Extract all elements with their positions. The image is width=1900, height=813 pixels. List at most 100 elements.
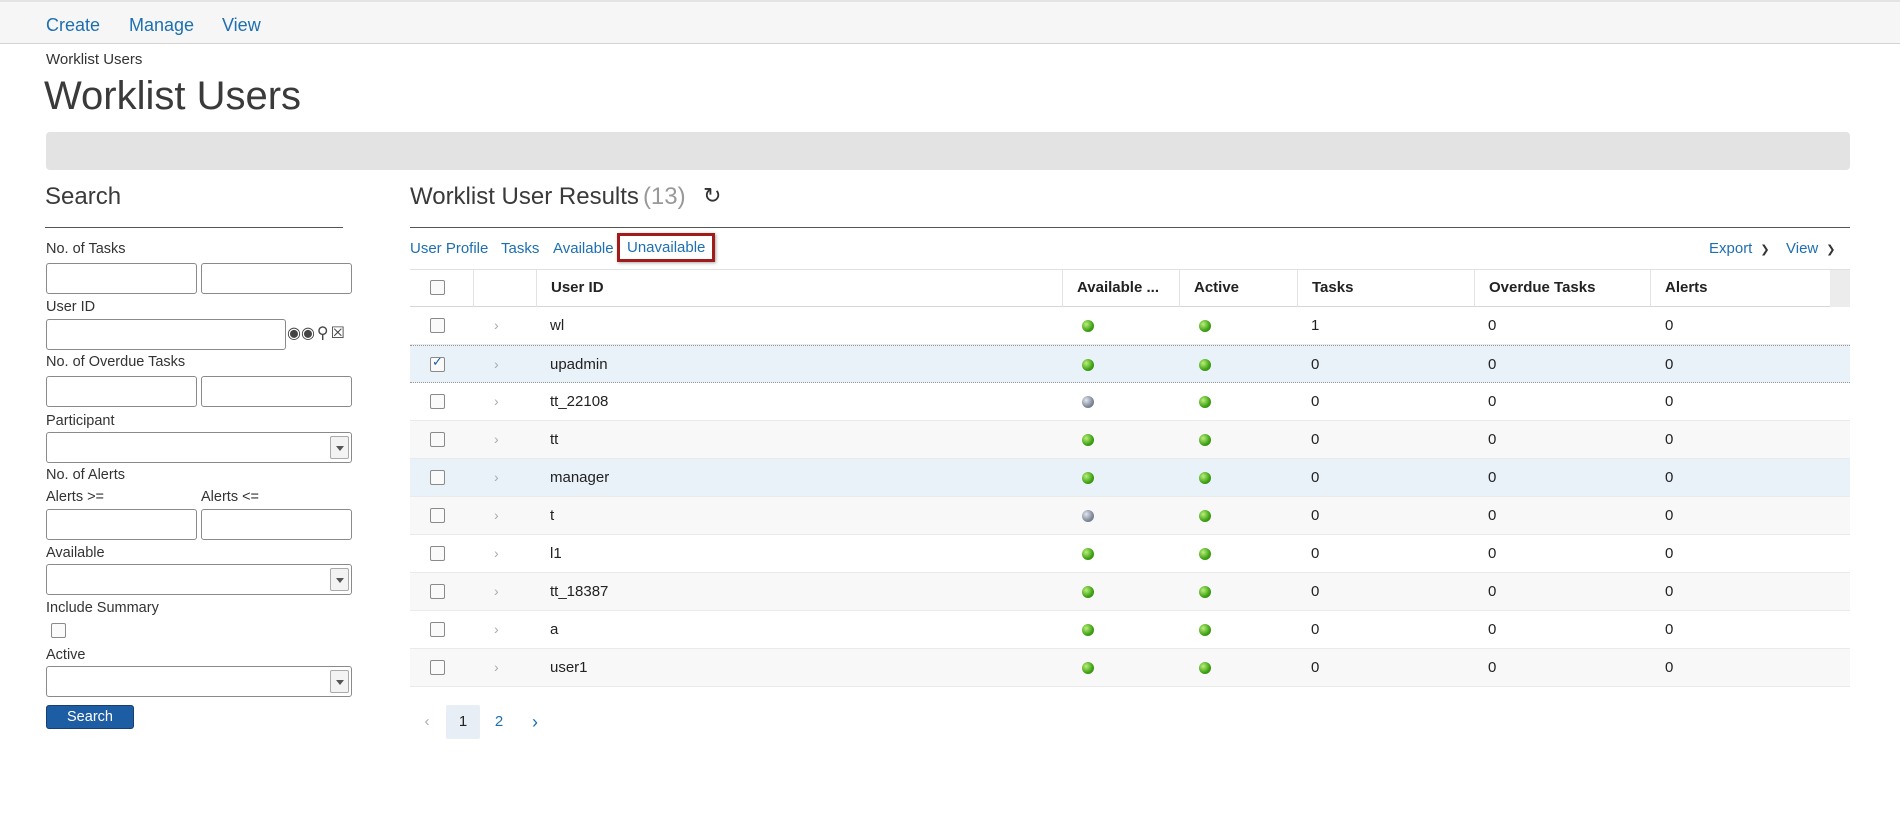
pager-page-1[interactable]: 1 — [446, 705, 480, 739]
chevron-right-icon[interactable]: › — [494, 421, 499, 458]
pager-page-2[interactable]: 2 — [482, 705, 516, 739]
active-status-icon — [1199, 396, 1211, 408]
nav-create[interactable]: Create — [46, 15, 100, 36]
toolbar-unavailable[interactable]: Unavailable — [617, 233, 716, 262]
table-row[interactable]: › t 0 0 0 — [410, 497, 1850, 535]
row-checkbox[interactable] — [430, 432, 445, 447]
active-select[interactable] — [46, 666, 352, 697]
cell-tasks: 0 — [1311, 545, 1320, 562]
row-checkbox[interactable] — [430, 622, 445, 637]
chevron-right-icon[interactable]: › — [494, 383, 499, 420]
page-title: Worklist Users — [44, 74, 302, 118]
row-checkbox[interactable] — [430, 584, 445, 599]
export-menu[interactable]: Export ❯ — [1709, 240, 1770, 257]
overdue-max-input[interactable] — [201, 376, 352, 407]
participant-select[interactable] — [46, 432, 352, 463]
select-all-checkbox[interactable] — [430, 280, 445, 295]
chevron-right-icon[interactable]: › — [494, 535, 499, 572]
table-row[interactable]: › upadmin 0 0 0 — [410, 345, 1850, 383]
active-status-icon — [1199, 434, 1211, 446]
chevron-right-icon[interactable]: › — [494, 346, 499, 383]
grid-scrollbar[interactable] — [1830, 270, 1850, 307]
header-active[interactable]: Active — [1179, 270, 1297, 307]
cell-overdue-tasks: 0 — [1488, 317, 1497, 334]
available-status-icon — [1082, 586, 1094, 598]
table-row[interactable]: › a 0 0 0 — [410, 611, 1850, 649]
header-alerts[interactable]: Alerts — [1650, 270, 1830, 307]
chevron-down-icon[interactable] — [330, 436, 349, 459]
pager-prev-icon[interactable]: ‹ — [410, 705, 444, 739]
row-checkbox[interactable] — [430, 660, 445, 675]
chevron-right-icon[interactable]: › — [494, 611, 499, 648]
no-of-tasks-label: No. of Tasks — [46, 241, 126, 257]
chevron-right-icon[interactable]: › — [494, 497, 499, 534]
chevron-right-icon[interactable]: › — [494, 649, 499, 686]
magnifier-icon[interactable]: ⚲ — [317, 323, 329, 343]
chevron-right-icon[interactable]: › — [494, 573, 499, 610]
chevron-down-icon[interactable] — [330, 568, 349, 591]
refresh-icon[interactable]: ↻ — [703, 183, 721, 209]
table-row[interactable]: › l1 0 0 0 — [410, 535, 1850, 573]
nav-manage[interactable]: Manage — [129, 15, 194, 36]
clear-icon[interactable]: ☒ — [331, 323, 345, 343]
active-status-icon — [1199, 359, 1211, 371]
header-available[interactable]: Available ... — [1062, 270, 1179, 307]
available-select[interactable] — [46, 564, 352, 595]
pager-next-icon[interactable]: › — [518, 705, 552, 739]
table-row[interactable]: › wl 1 0 0 — [410, 307, 1850, 345]
user-id-label: User ID — [46, 299, 96, 315]
cell-overdue-tasks: 0 — [1488, 507, 1497, 524]
row-checkbox[interactable] — [430, 394, 445, 409]
active-status-icon — [1199, 510, 1211, 522]
alerts-min-input[interactable] — [46, 509, 197, 540]
cell-tasks: 0 — [1311, 431, 1320, 448]
chevron-right-icon[interactable]: › — [494, 459, 499, 496]
toolbar-tasks[interactable]: Tasks — [501, 240, 539, 257]
table-row[interactable]: › tt_18387 0 0 0 — [410, 573, 1850, 611]
row-checkbox[interactable] — [430, 318, 445, 333]
table-row[interactable]: › tt_22108 0 0 0 — [410, 383, 1850, 421]
available-status-icon — [1082, 510, 1094, 522]
include-summary-checkbox[interactable] — [51, 623, 66, 638]
available-label: Available — [46, 545, 105, 561]
tasks-min-input[interactable] — [46, 263, 197, 294]
search-button[interactable]: Search — [46, 705, 134, 729]
row-checkbox[interactable] — [430, 508, 445, 523]
user-id-tools: ◉◉ ⚲ ☒ — [287, 323, 347, 343]
view-menu[interactable]: View ❯ — [1786, 240, 1835, 257]
cell-alerts: 0 — [1665, 317, 1674, 334]
table-row[interactable]: › manager 0 0 0 — [410, 459, 1850, 497]
table-row[interactable]: › user1 0 0 0 — [410, 649, 1850, 687]
cell-alerts: 0 — [1665, 583, 1674, 600]
breadcrumb: Worklist Users — [46, 51, 143, 68]
row-checkbox[interactable] — [430, 546, 445, 561]
results-title: Worklist User Results (13) — [410, 183, 686, 211]
message-banner — [46, 132, 1850, 170]
header-tasks[interactable]: Tasks — [1297, 270, 1474, 307]
cell-user-id: l1 — [550, 545, 562, 562]
tasks-max-input[interactable] — [201, 263, 352, 294]
available-status-icon — [1082, 472, 1094, 484]
results-divider — [410, 227, 1850, 228]
binoculars-icon[interactable]: ◉◉ — [287, 323, 315, 343]
row-checkbox[interactable] — [430, 470, 445, 485]
available-status-icon — [1082, 434, 1094, 446]
header-user-id[interactable]: User ID — [536, 270, 1062, 307]
table-row[interactable]: › tt 0 0 0 — [410, 421, 1850, 459]
cell-overdue-tasks: 0 — [1488, 469, 1497, 486]
chevron-right-icon[interactable]: › — [494, 307, 499, 344]
toolbar-available[interactable]: Available — [553, 240, 614, 257]
row-checkbox[interactable] — [430, 354, 445, 372]
active-status-icon — [1199, 586, 1211, 598]
chevron-down-icon[interactable] — [330, 670, 349, 693]
nav-view[interactable]: View — [222, 15, 261, 36]
user-id-input[interactable] — [46, 319, 286, 350]
available-status-icon — [1082, 396, 1094, 408]
alerts-max-input[interactable] — [201, 509, 352, 540]
overdue-min-input[interactable] — [46, 376, 197, 407]
grid-body: › wl 1 0 0 › upadmin 0 0 0 › tt_22108 0 0 0 › tt 0 0 0 › mana… — [410, 307, 1850, 687]
header-overdue-tasks[interactable]: Overdue Tasks — [1474, 270, 1650, 307]
cell-alerts: 0 — [1665, 621, 1674, 638]
cell-alerts: 0 — [1665, 431, 1674, 448]
toolbar-user-profile[interactable]: User Profile — [410, 240, 488, 257]
